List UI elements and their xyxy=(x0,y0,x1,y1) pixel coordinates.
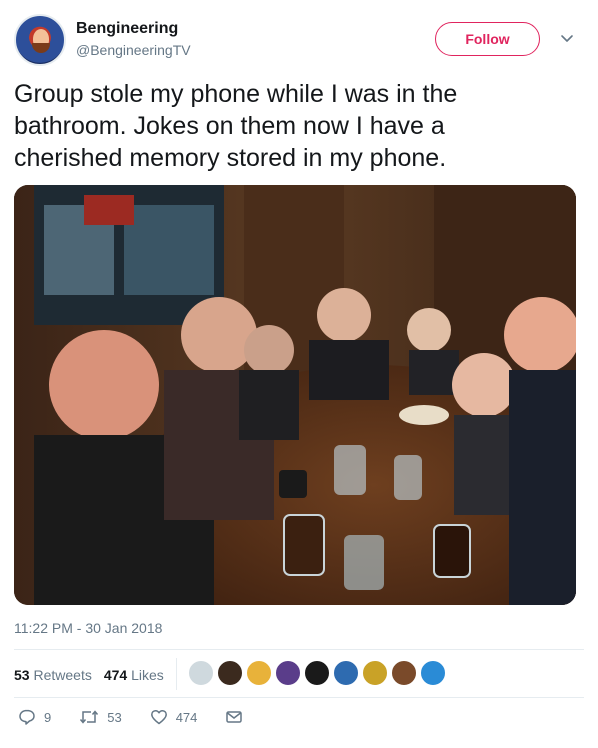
like-count: 474 xyxy=(175,709,198,725)
message-button[interactable] xyxy=(225,708,251,726)
retweet-button[interactable]: 53 xyxy=(79,708,122,726)
tweet-stats: 53 Retweets 474 Likes xyxy=(14,660,176,690)
retweet-icon xyxy=(80,710,99,724)
retweet-count: 53 xyxy=(107,709,122,725)
tweet-text-line: bathroom. Jokes on them now I have a xyxy=(14,112,445,140)
envelope-icon xyxy=(226,711,243,723)
avatar[interactable] xyxy=(14,14,66,66)
avatar-beard xyxy=(32,43,50,53)
retweets-count: 53 xyxy=(14,667,30,683)
tweet-actions: 9 53 474 xyxy=(18,708,279,726)
group-photo-image xyxy=(14,185,576,605)
liker-avatar[interactable] xyxy=(188,660,214,686)
liker-avatar[interactable] xyxy=(275,660,301,686)
stats-separator xyxy=(176,658,177,690)
retweets-stat[interactable]: 53 Retweets xyxy=(14,667,92,683)
liker-avatar[interactable] xyxy=(362,660,388,686)
liker-avatars xyxy=(188,660,449,688)
likes-stat[interactable]: 474 Likes xyxy=(104,667,164,683)
liker-avatar[interactable] xyxy=(333,660,359,686)
reply-icon xyxy=(19,709,35,725)
tweet-text: Group stole my phone while I was in the … xyxy=(14,78,584,174)
liker-avatar[interactable] xyxy=(246,660,272,686)
liker-avatar[interactable] xyxy=(217,660,243,686)
likes-label: Likes xyxy=(131,667,164,683)
liker-avatar[interactable] xyxy=(420,660,446,686)
liker-avatar[interactable] xyxy=(304,660,330,686)
like-button[interactable]: 474 xyxy=(150,708,198,726)
retweets-label: Retweets xyxy=(33,667,92,683)
author-handle[interactable]: @BengineeringTV xyxy=(76,42,191,58)
chevron-down-icon[interactable] xyxy=(559,30,575,46)
author-name[interactable]: Bengineering xyxy=(76,20,178,38)
tweet-text-line: Group stole my phone while I was in the xyxy=(14,80,458,108)
divider xyxy=(14,649,584,650)
likes-count: 474 xyxy=(103,667,128,683)
divider xyxy=(14,697,584,698)
tweet-header: Bengineering @BengineeringTV Follow xyxy=(14,14,584,66)
follow-button[interactable]: Follow xyxy=(435,22,540,56)
reply-count: 9 xyxy=(44,709,52,725)
tweet-timestamp[interactable]: 11:22 PM - 30 Jan 2018 xyxy=(14,620,162,636)
reply-button[interactable]: 9 xyxy=(18,708,51,726)
heart-icon xyxy=(150,709,167,725)
tweet-photo[interactable] xyxy=(14,185,576,605)
tweet-text-line: cherished memory stored in my phone. xyxy=(14,144,447,172)
liker-avatar[interactable] xyxy=(391,660,417,686)
